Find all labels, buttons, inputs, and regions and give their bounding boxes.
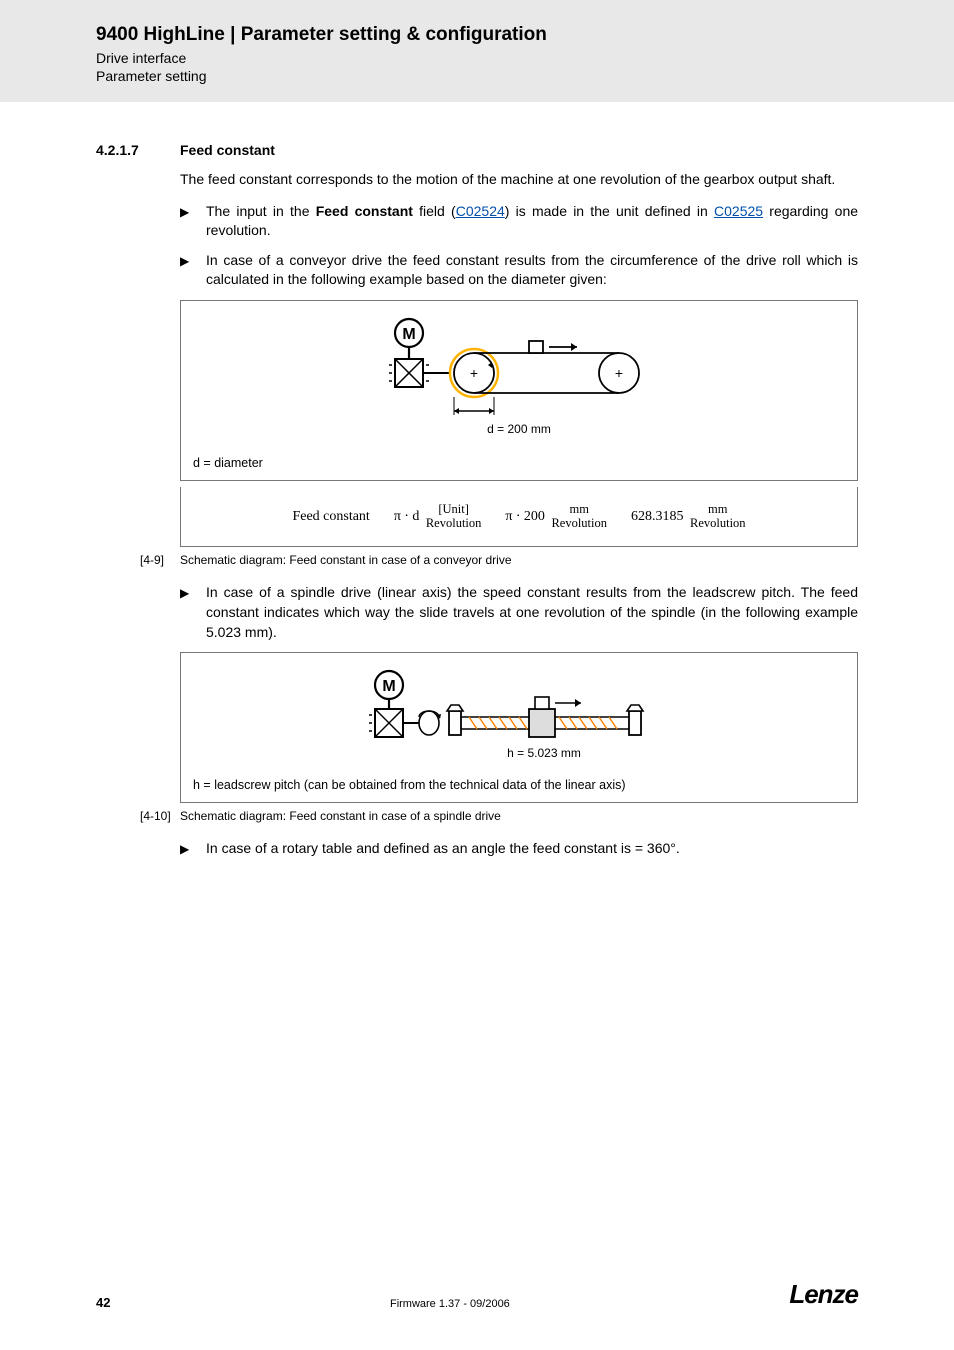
t: field ( [413, 203, 456, 219]
svg-text:h = 5.023 mm: h = 5.023 mm [507, 746, 581, 760]
term-3: 628.3185 mmRevolution [631, 503, 746, 531]
caption-num: [4-10] [140, 809, 180, 823]
figure-conveyor: M + + [180, 300, 858, 481]
term-2: π ⋅ 200 mmRevolution [505, 503, 607, 531]
svg-text:M: M [402, 326, 415, 343]
bullet-conveyor: ▶ In case of a conveyor drive the feed c… [180, 251, 858, 290]
link-c02525[interactable]: C02525 [714, 203, 763, 219]
t: ) is made in the unit defined in [505, 203, 714, 219]
figure-legend: d = diameter [193, 456, 845, 470]
term-1: π ⋅ d [Unit]Revolution [394, 503, 482, 531]
page-number: 42 [96, 1295, 110, 1310]
caption-text: Schematic diagram: Feed constant in case… [180, 809, 501, 823]
intro-paragraph: The feed constant corresponds to the mot… [180, 170, 858, 190]
figure-caption-1: [4-9] Schematic diagram: Feed constant i… [140, 553, 858, 567]
bullet-rotary: ▶ In case of a rotary table and defined … [180, 839, 858, 859]
doc-title: 9400 HighLine | Parameter setting & conf… [96, 24, 874, 46]
bullet-text: The input in the Feed constant field (C0… [206, 202, 858, 241]
formula-label: Feed constant [292, 509, 369, 525]
doc-sub2: Parameter setting [96, 68, 874, 84]
feed-constant-formula: Feed constant π ⋅ d [Unit]Revolution π ⋅… [193, 497, 845, 537]
section-title: Feed constant [180, 142, 275, 158]
caption-text: Schematic diagram: Feed constant in case… [180, 553, 512, 567]
page-footer: 42 Firmware 1.37 - 09/2006 Lenze [0, 1279, 954, 1310]
spindle-diagram: M [193, 667, 845, 770]
link-c02524[interactable]: C02524 [456, 203, 505, 219]
t: The input in the [206, 203, 316, 219]
bullet-text: In case of a spindle drive (linear axis)… [206, 583, 858, 642]
bullet-input-field: ▶ The input in the Feed constant field (… [180, 202, 858, 241]
page-content: 4.2.1.7 Feed constant The feed constant … [0, 102, 954, 859]
svg-text:+: + [470, 365, 478, 381]
section-number: 4.2.1.7 [96, 142, 180, 158]
triangle-bullet-icon: ▶ [180, 583, 206, 642]
d-dimension-label: d = 200 mm [487, 422, 551, 436]
bullet-text: In case of a rotary table and defined as… [206, 839, 858, 859]
figure-legend: h = leadscrew pitch (can be obtained fro… [193, 778, 845, 792]
brand-logo: Lenze [789, 1279, 858, 1310]
formula-box: Feed constant π ⋅ d [Unit]Revolution π ⋅… [180, 487, 858, 548]
figure-spindle: M [180, 652, 858, 803]
bullet-spindle: ▶ In case of a spindle drive (linear axi… [180, 583, 858, 642]
figure-caption-2: [4-10] Schematic diagram: Feed constant … [140, 809, 858, 823]
page-header: 9400 HighLine | Parameter setting & conf… [0, 0, 954, 102]
triangle-bullet-icon: ▶ [180, 202, 206, 241]
field-name: Feed constant [316, 203, 413, 219]
section-heading: 4.2.1.7 Feed constant [96, 142, 858, 158]
triangle-bullet-icon: ▶ [180, 839, 206, 859]
firmware-text: Firmware 1.37 - 09/2006 [110, 1298, 789, 1310]
caption-num: [4-9] [140, 553, 180, 567]
svg-text:M: M [382, 678, 395, 695]
bullet-text: In case of a conveyor drive the feed con… [206, 251, 858, 290]
triangle-bullet-icon: ▶ [180, 251, 206, 290]
conveyor-diagram: M + + [193, 315, 845, 448]
svg-text:+: + [615, 365, 623, 381]
doc-sub1: Drive interface [96, 50, 874, 66]
